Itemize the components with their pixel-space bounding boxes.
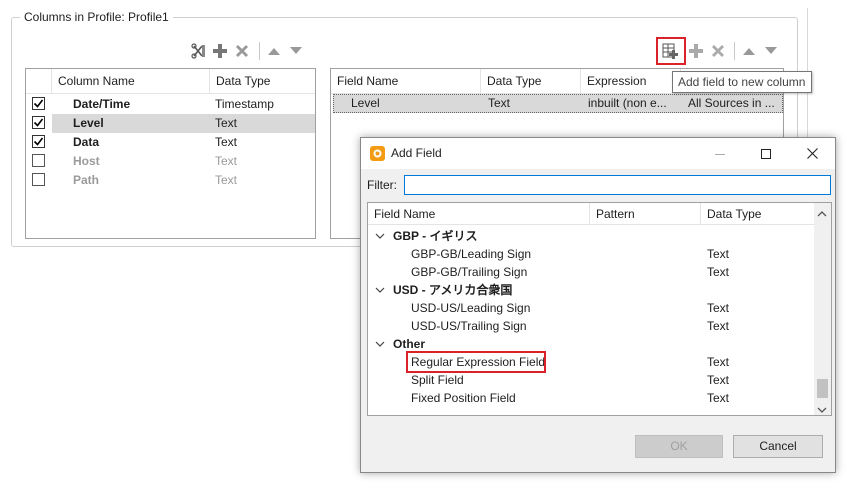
field-tree: Field Name Pattern Data Type GBP - イギリス … [367,202,832,416]
add-field-highlight [656,37,686,65]
tree-item-label: GBP-GB/Leading Sign [411,247,532,261]
column-name-cell[interactable]: Data [73,133,208,152]
tree-item-type: Text [707,265,730,279]
sources-cell: All Sources in ... [688,96,775,110]
tree-item-type: Text [707,319,730,333]
expression-header[interactable]: Expression [581,69,681,94]
add-field-tooltip: Add field to new column [672,71,812,93]
tree-header: Field Name Pattern Data Type [368,203,816,225]
expression-cell: inbuilt (non e... [588,96,667,110]
app-logo-icon [370,146,385,161]
toolbar-separator [734,42,735,60]
filter-label: Filter: [367,178,397,192]
tree-item-label: GBP-GB/Trailing Sign [411,265,528,279]
row-checkbox[interactable] [32,116,45,129]
minimize-button[interactable] [697,138,743,169]
split-column-icon[interactable] [189,42,207,60]
tree-item-type: Text [707,247,730,261]
dialog-titlebar: Add Field [361,138,835,169]
data-type-cell: Text [215,154,238,168]
delete-icon-right[interactable] [709,42,727,60]
dialog-title: Add Field [391,146,442,160]
add-icon[interactable] [211,42,229,60]
data-type-cell: Text [215,116,238,130]
move-down-icon[interactable] [287,42,305,60]
tree-item[interactable]: Split Field Text [368,371,816,389]
checkbox-column-header [26,69,52,94]
tree-group-label: GBP - イギリス [393,229,478,243]
tree-item[interactable]: GBP-GB/Trailing Sign Text [368,263,816,281]
field-name-cell: Level [351,96,380,110]
columns-grid-header: Column Name Data Type [26,69,315,94]
scroll-up-icon[interactable] [817,207,827,221]
move-down-icon-right[interactable] [762,42,780,60]
data-type-cell: Timestamp [215,97,274,111]
row-checkbox[interactable] [32,173,45,186]
column-name-cell[interactable]: Path [73,171,208,190]
tree-item-type: Text [707,301,730,315]
columns-grid: Column Name Data Type Date/Time Timestam… [25,68,316,239]
tree-item-label: USD-US/Leading Sign [411,301,531,315]
data-type-cell: Text [215,135,238,149]
minimize-icon [715,153,725,155]
move-up-icon-right[interactable] [740,42,758,60]
tree-group-usd[interactable]: USD - アメリカ合衆国 [368,281,816,299]
cancel-button[interactable]: Cancel [733,435,823,458]
data-type-cell: Text [215,173,238,187]
row-checkbox[interactable] [32,97,45,110]
data-type-header[interactable]: Data Type [481,69,581,94]
data-type-header[interactable]: Data Type [210,69,315,94]
tree-field-name-header[interactable]: Field Name [368,203,590,225]
move-up-icon[interactable] [265,42,283,60]
scroll-thumb[interactable] [817,379,828,398]
column-name-cell[interactable]: Level [73,114,208,133]
row-checkbox[interactable] [32,154,45,167]
close-button[interactable] [789,138,835,169]
column-name-cell[interactable]: Host [73,152,208,171]
tree-group-gbp[interactable]: GBP - イギリス [368,227,816,245]
row-checkbox[interactable] [32,135,45,148]
tree-item[interactable]: GBP-GB/Leading Sign Text [368,245,816,263]
tree-item-label: Split Field [411,373,464,387]
add-field-dialog: Add Field Filter: Field Name Pattern Dat… [360,137,836,473]
column-name-cell[interactable]: Date/Time [73,95,208,114]
tree-item-type: Text [707,355,730,369]
ok-button[interactable]: OK [635,435,723,458]
tree-pattern-header[interactable]: Pattern [590,203,701,225]
add-icon-right[interactable] [687,42,705,60]
scroll-down-icon[interactable] [817,403,827,415]
tree-item-label: Fixed Position Field [411,391,516,405]
tree-data-type-header[interactable]: Data Type [701,203,816,225]
tree-group-label: USD - アメリカ合衆国 [393,283,513,297]
tree-item-type: Text [707,373,730,387]
close-icon [806,148,818,159]
maximize-icon [761,148,771,159]
tree-item[interactable]: USD-US/Trailing Sign Text [368,317,816,335]
column-name-header[interactable]: Column Name [52,69,210,94]
field-name-header[interactable]: Field Name [331,69,481,94]
delete-icon[interactable] [233,42,251,60]
group-title: Columns in Profile: Profile1 [20,10,173,24]
tree-item[interactable]: USD-US/Leading Sign Text [368,299,816,317]
tree-item-label: USD-US/Trailing Sign [411,319,527,333]
maximize-button[interactable] [743,138,789,169]
toolbar-separator [259,42,260,60]
tree-scrollbar[interactable] [814,203,831,415]
filter-input[interactable] [404,175,831,195]
tree-item-type: Text [707,391,730,405]
data-type-cell: Text [488,96,511,110]
tree-item[interactable]: Fixed Position Field Text [368,389,816,407]
regular-expression-highlight [406,351,546,373]
